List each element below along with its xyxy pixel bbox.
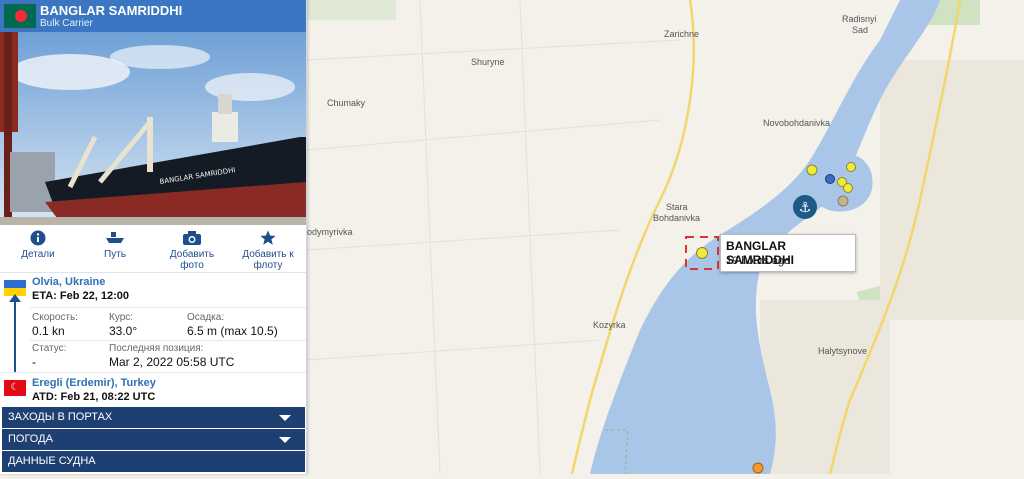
port-calls-accordion[interactable]: ЗАХОДЫ В ПОРТАХ	[2, 407, 305, 428]
divider	[30, 340, 306, 341]
bangladesh-flag-icon	[4, 4, 36, 28]
ship-photo[interactable]: BANGLAR SAMRIDDHI	[0, 32, 306, 225]
chevron-down-icon	[279, 415, 291, 421]
vessel-info-panel: BANGLAR SAMRIDDHI Bulk Carrier BANGLAR S…	[0, 0, 307, 474]
route-line	[14, 300, 16, 372]
weather-label: ПОГОДА	[8, 433, 53, 445]
map-label-halytsynove: Halytsynove	[818, 346, 868, 356]
map-label-radisnyi: Radisnyi	[842, 14, 877, 24]
status-label: Статус:	[32, 343, 67, 354]
draft-value: 6.5 m (max 10.5)	[187, 324, 278, 338]
divider	[30, 307, 306, 308]
ship-type: Bulk Carrier	[40, 18, 93, 29]
map-label-bohdanivka: Bohdanivka	[653, 213, 701, 223]
ship-name: BANGLAR SAMRIDDHI	[40, 3, 183, 18]
map-label-chumaky: Chumaky	[327, 98, 366, 108]
add-to-fleet-button[interactable]: Добавить к флоту	[236, 230, 300, 271]
vessel-data-label: ДАННЫЕ СУДНА	[8, 455, 96, 467]
info-icon	[30, 230, 46, 246]
route-label: Путь	[104, 249, 126, 260]
status-value: -	[32, 355, 36, 369]
course-label: Курс:	[109, 312, 134, 323]
last-position-value: Mar 2, 2022 05:58 UTC	[109, 355, 235, 369]
action-bar: Детали Путь Добавить фото Добавить к фло…	[0, 226, 306, 273]
destination-eta: ETA: Feb 22, 12:00	[32, 290, 129, 302]
last-position-label: Последняя позиция:	[109, 343, 204, 354]
add-to-fleet-label-1: Добавить к	[242, 249, 294, 260]
tooltip-age: 19 hours ago	[726, 255, 791, 267]
speed-label: Скорость:	[32, 312, 78, 323]
add-photo-label-2: фото	[180, 260, 204, 271]
map-label-stara: Stara	[666, 202, 688, 212]
camera-icon	[183, 231, 201, 245]
destination-port-link[interactable]: Olvia, Ukraine	[32, 276, 129, 288]
ship-icon	[106, 232, 124, 243]
map-label-kozyrka: Kozyrka	[593, 320, 626, 330]
course-value: 33.0°	[109, 324, 138, 338]
map-label-novobohdanivka: Novobohdanivka	[763, 118, 831, 128]
route-button[interactable]: Путь	[90, 230, 140, 260]
origin-atd: ATD: Feb 21, 08:22 UTC	[32, 391, 156, 403]
destination-block: Olvia, Ukraine ETA: Feb 22, 12:00	[32, 276, 129, 302]
origin-port-link[interactable]: Eregli (Erdemir), Turkey	[32, 377, 156, 389]
map-label-dymyrivka: odymyrivka	[307, 227, 353, 237]
star-icon	[260, 230, 276, 245]
add-to-fleet-label-2: флоту	[253, 260, 283, 271]
map-label-zarichne: Zarichne	[664, 29, 700, 39]
origin-block: Eregli (Erdemir), Turkey ATD: Feb 21, 08…	[32, 377, 156, 403]
map-label-shuryne: Shuryne	[471, 57, 505, 67]
divider	[0, 372, 306, 373]
map-label-sad: Sad	[852, 25, 869, 35]
weather-accordion[interactable]: ПОГОДА	[2, 429, 305, 450]
details-label: Детали	[21, 249, 55, 260]
ship-tooltip[interactable]: BANGLAR SAMRIDDHI 19 hours ago	[720, 234, 856, 272]
chevron-down-icon	[279, 437, 291, 443]
turkey-flag-icon: ☾	[4, 380, 26, 396]
details-button[interactable]: Детали	[12, 230, 64, 260]
svg-text:⚓: ⚓	[799, 200, 812, 216]
add-photo-label-1: Добавить	[169, 249, 215, 260]
port-calls-label: ЗАХОДЫ В ПОРТАХ	[8, 411, 113, 423]
add-photo-button[interactable]: Добавить фото	[164, 230, 220, 271]
panel-header: BANGLAR SAMRIDDHI Bulk Carrier	[0, 0, 306, 32]
vessel-data-accordion[interactable]: ДАННЫЕ СУДНА	[2, 451, 305, 472]
speed-value: 0.1 kn	[32, 324, 65, 338]
draft-label: Осадка:	[187, 312, 225, 323]
